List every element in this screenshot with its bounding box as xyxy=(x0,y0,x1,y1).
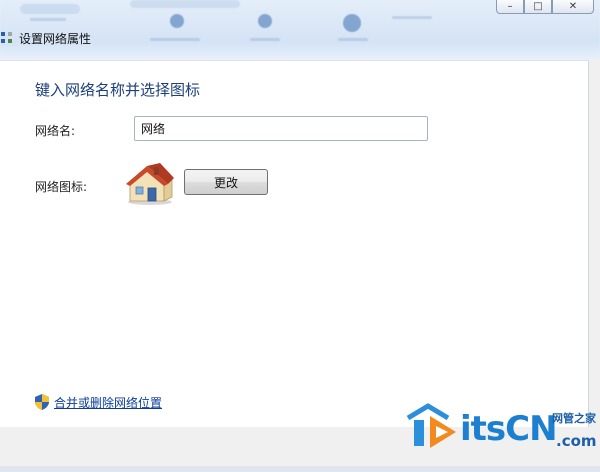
background-network-icon xyxy=(170,14,184,28)
site-watermark: itsCN 网管之家 .com xyxy=(404,396,600,472)
window-controls: – □ ✕ xyxy=(496,0,594,14)
background-blur xyxy=(30,18,66,21)
close-button[interactable]: ✕ xyxy=(552,0,594,14)
watermark-logo-icon xyxy=(406,403,456,448)
house-network-icon xyxy=(126,163,174,205)
background-blur xyxy=(338,38,368,41)
dialog-title: 设置网络属性 xyxy=(19,31,92,46)
network-settings-icon xyxy=(0,30,16,46)
network-icon-label: 网络图标: xyxy=(35,180,88,194)
background-blur xyxy=(20,4,80,14)
background-blur xyxy=(392,16,432,19)
watermark-line2: .com xyxy=(556,432,597,450)
background-network-icon xyxy=(258,14,272,28)
uac-shield-icon xyxy=(35,394,49,410)
watermark-line1: 网管之家 xyxy=(552,412,596,425)
background-blur xyxy=(150,38,200,41)
watermark-brand: itsCN xyxy=(460,409,558,449)
background-globe-icon xyxy=(343,14,361,32)
merge-delete-network-link[interactable]: 合并或删除网络位置 xyxy=(54,394,162,411)
network-name-input[interactable] xyxy=(134,116,428,141)
dialog-title-bar: 设置网络属性 xyxy=(0,28,91,48)
minimize-button[interactable]: – xyxy=(496,0,524,14)
change-icon-button[interactable]: 更改 xyxy=(184,169,268,195)
page-heading: 键入网络名称并选择图标 xyxy=(35,81,201,99)
background-blur xyxy=(130,0,240,8)
network-name-label: 网络名: xyxy=(35,124,76,138)
maximize-button[interactable]: □ xyxy=(524,0,552,14)
background-blur xyxy=(250,38,280,41)
content-panel: 键入网络名称并选择图标 网络名: 网络图标: 更改 合并或删除网络位置 xyxy=(0,60,589,427)
